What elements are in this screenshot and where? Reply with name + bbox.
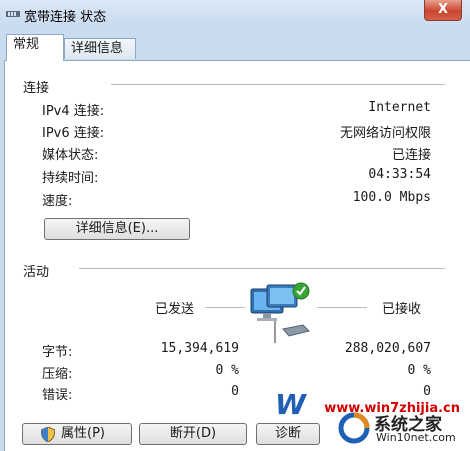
diagnose-button[interactable]: 诊断	[256, 423, 320, 445]
disconnect-button[interactable]: 断开(D)	[139, 423, 247, 445]
shield-icon	[41, 427, 55, 442]
logo-url: Win10net.com	[376, 431, 456, 444]
tab-details-label: 详细信息	[71, 41, 124, 56]
errors-label: 错误:	[42, 388, 73, 403]
bytes-sent: 15,394,619	[160, 341, 239, 356]
tab-details[interactable]: 详细信息	[64, 38, 136, 59]
compression-label: 压缩:	[42, 367, 73, 382]
title-bar: 宽带连接 状态 X	[0, 0, 470, 30]
compression-sent: 0 %	[215, 363, 239, 378]
tab-general[interactable]: 常规	[6, 34, 64, 61]
speed-label: 速度:	[42, 194, 73, 209]
media-state-label: 媒体状态:	[42, 148, 99, 163]
network-adapter-icon	[6, 11, 20, 17]
ipv4-value: Internet	[368, 100, 431, 115]
ipv4-label: IPv4 连接:	[42, 104, 105, 119]
errors-sent: 0	[231, 384, 239, 399]
compression-received: 0 %	[407, 363, 431, 378]
tab-strip: 常规 详细信息	[0, 30, 470, 61]
activity-section-label: 活动	[23, 265, 50, 280]
bytes-label: 字节:	[42, 345, 73, 360]
watermark-w-logo: W	[275, 388, 306, 421]
properties-button[interactable]: 属性(P)	[22, 423, 132, 445]
received-label: 已接收	[382, 302, 422, 317]
ipv6-value: 无网络访问权限	[339, 126, 431, 141]
properties-label: 属性(P)	[61, 426, 105, 441]
duration-value: 04:33:54	[368, 167, 431, 182]
connection-divider	[111, 84, 445, 85]
bytes-received: 288,020,607	[344, 341, 431, 356]
details-button[interactable]: 详细信息(E)...	[44, 218, 190, 240]
sent-line	[205, 307, 245, 308]
received-line	[317, 307, 367, 308]
watermark-logo: 系统之家 Win10net.com	[334, 408, 464, 448]
sent-label: 已发送	[155, 302, 195, 317]
activity-divider	[79, 268, 445, 269]
general-panel: 连接 IPv4 连接: Internet IPv6 连接: 无网络访问权限 媒体…	[4, 60, 470, 451]
network-computers-icon	[250, 282, 310, 343]
duration-label: 持续时间:	[42, 171, 99, 186]
window-title: 宽带连接 状态	[24, 10, 107, 25]
logo-ring-icon	[338, 412, 370, 444]
ipv6-label: IPv6 连接:	[42, 126, 105, 141]
connection-section-label: 连接	[23, 81, 50, 96]
media-state-value: 已连接	[391, 148, 431, 163]
close-button[interactable]: X	[424, 0, 462, 21]
speed-value: 100.0 Mbps	[352, 190, 431, 205]
tab-general-label: 常规	[13, 37, 40, 52]
errors-received: 0	[423, 384, 431, 399]
